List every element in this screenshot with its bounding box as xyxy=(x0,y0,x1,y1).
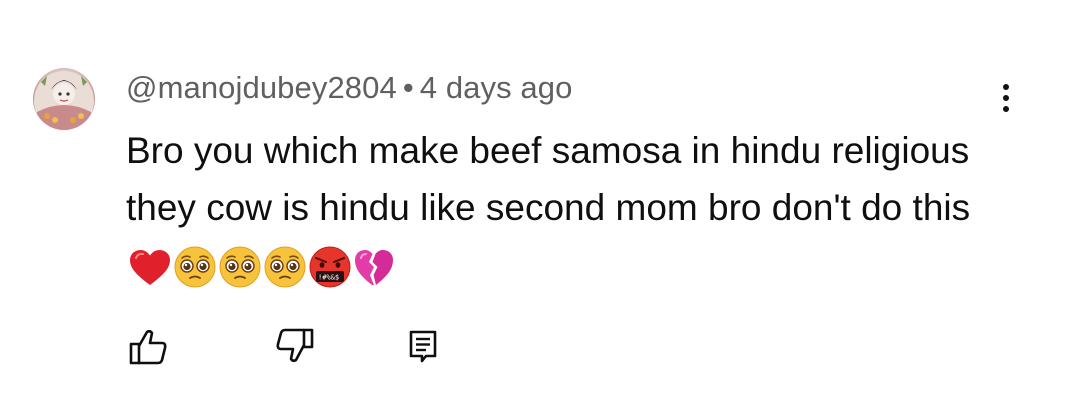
separator-dot: • xyxy=(402,70,414,105)
pleading-face-icon xyxy=(218,245,262,305)
thumbs-down-icon[interactable] xyxy=(271,327,315,367)
avatar[interactable] xyxy=(33,68,95,130)
comment-card: @manojdubey2804 • 4 days ago Bro you which… xyxy=(0,0,1069,403)
pleading-face-icon xyxy=(173,245,217,305)
timestamp[interactable]: 4 days ago xyxy=(420,70,573,105)
pleading-face-icon xyxy=(263,245,307,305)
face-with-symbols-on-mouth-icon: !#%&$ xyxy=(308,245,352,305)
author-name[interactable]: @manojdubey2804 xyxy=(126,70,397,105)
more-vert-icon[interactable] xyxy=(990,78,1022,118)
broken-heart-icon xyxy=(353,247,395,304)
reply-icon[interactable] xyxy=(402,327,446,367)
svg-text:!#%&$: !#%&$ xyxy=(318,274,339,282)
comment-body: Bro you which make beef samosa in hindu … xyxy=(126,122,1026,305)
red-heart-icon xyxy=(128,247,172,304)
comment-text: Bro you which make beef samosa in hindu … xyxy=(126,130,971,228)
comment-header: @manojdubey2804 • 4 days ago xyxy=(126,70,572,106)
emoji-group: !#%&$ xyxy=(128,244,396,305)
thumbs-up-icon[interactable] xyxy=(128,327,172,367)
